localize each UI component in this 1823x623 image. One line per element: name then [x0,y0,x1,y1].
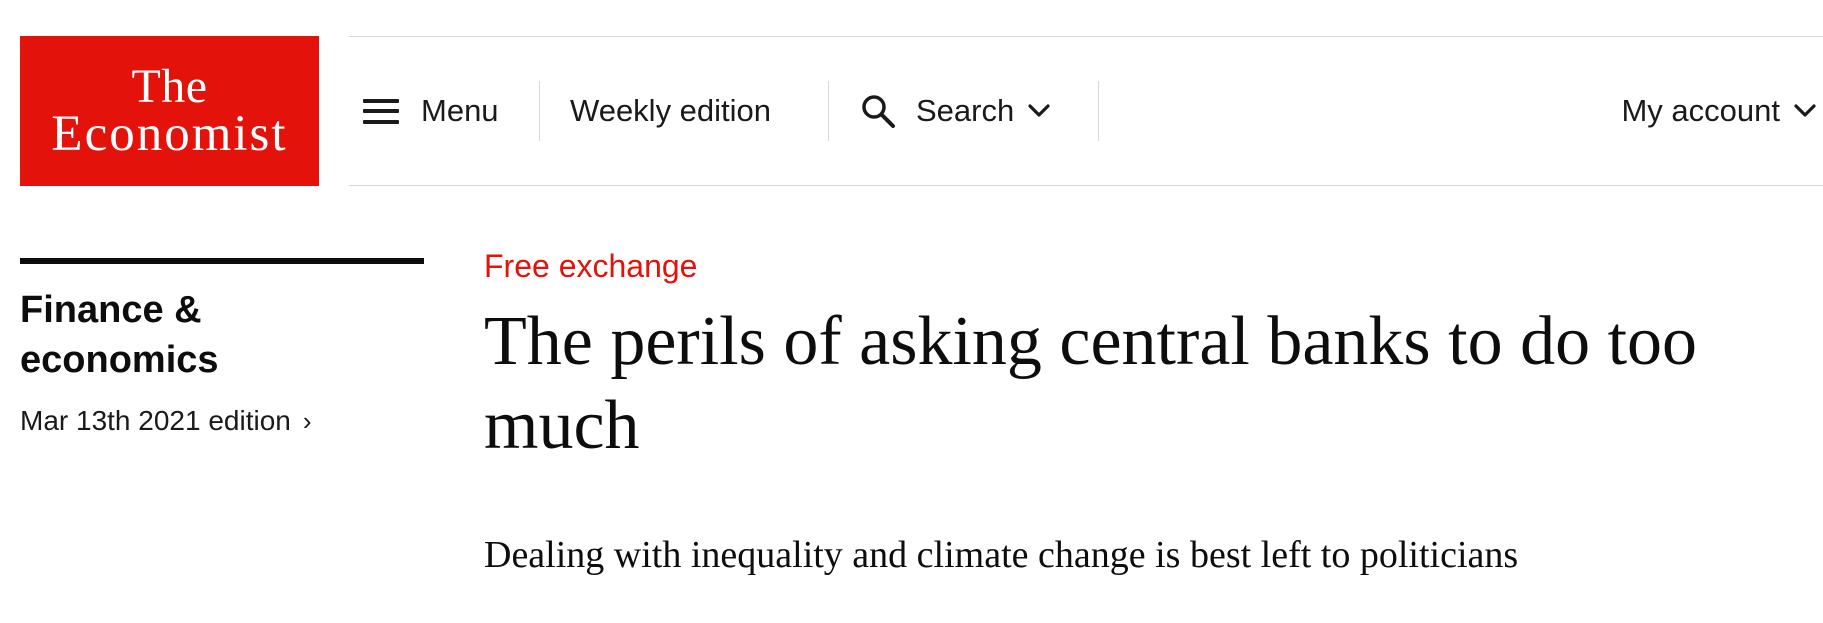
weekly-edition-label: Weekly edition [570,93,772,128]
logo-line-the: The [131,59,208,113]
weekly-edition-link[interactable]: Weekly edition [570,37,771,185]
nav-divider [1098,81,1099,141]
menu-button[interactable]: Menu [363,37,499,185]
nav-divider [539,81,540,141]
hamburger-icon [363,98,399,124]
my-account-button[interactable]: My account [1621,37,1816,185]
logo-line-economist: Economist [51,105,288,162]
edition-label: Mar 13th 2021 edition [20,405,291,436]
economist-logo[interactable]: The Economist [20,36,319,186]
article-flytitle[interactable]: Free exchange [484,248,697,285]
search-icon [862,95,895,128]
chevron-down-icon [1794,104,1816,117]
menu-label: Menu [421,93,499,128]
my-account-label: My account [1621,93,1780,128]
edition-link[interactable]: Mar 13th 2021 edition › [20,405,312,437]
article-rubric: Dealing with inequality and climate chan… [484,534,1519,576]
top-navigation: Menu Weekly edition Search My account [349,36,1823,186]
article-headline: The perils of asking central banks to do… [484,303,1698,464]
chevron-right-icon: › [302,405,312,436]
search-button[interactable]: Search [860,37,1070,185]
nav-divider [828,81,829,141]
search-label: Search [916,93,1015,128]
section-rule [20,258,424,264]
section-title-link[interactable]: Finance & economics [20,285,400,385]
chevron-down-icon [1028,104,1050,117]
